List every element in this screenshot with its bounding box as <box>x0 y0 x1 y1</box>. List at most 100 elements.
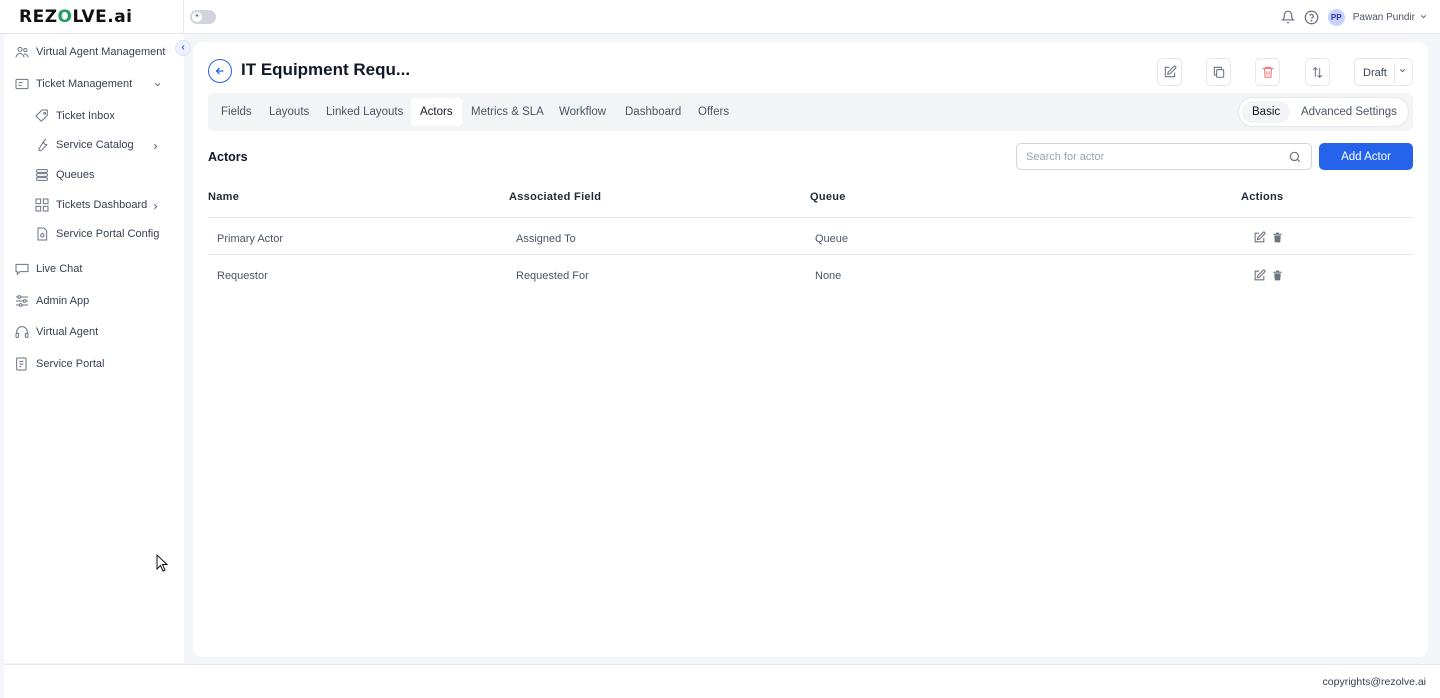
add-actor-button[interactable]: Add Actor <box>1319 143 1413 170</box>
edit-icon <box>1164 65 1176 78</box>
user-name[interactable]: Pawan Pundir <box>1353 12 1415 23</box>
divider <box>183 0 184 34</box>
top-bar: REZOLVE.ai ☀ PP Pawan Pundir <box>0 0 1440 34</box>
cell-queue: Queue <box>815 233 849 245</box>
cell-name: Requestor <box>217 270 268 282</box>
headset-icon <box>14 324 30 340</box>
chevron-down-icon[interactable] <box>1419 12 1428 23</box>
search-box <box>1016 143 1312 170</box>
mode-basic[interactable]: Basic <box>1242 101 1291 123</box>
trash-icon[interactable] <box>1271 231 1284 244</box>
app-logo[interactable]: REZOLVE.ai <box>19 7 133 27</box>
arrow-left-icon <box>215 67 224 75</box>
column-header-associated-field: Associated Field <box>509 191 602 203</box>
tag-icon <box>34 108 50 124</box>
logo-text: REZ <box>19 7 58 27</box>
delete-button[interactable] <box>1255 58 1280 86</box>
sidebar-item-label: Admin App <box>36 295 90 307</box>
search-icon[interactable] <box>1288 150 1302 164</box>
sliders-icon <box>14 293 30 309</box>
sidebar-item-service-catalog[interactable]: Service Catalog <box>34 137 134 153</box>
sidebar-item-label: Service Portal Config <box>56 228 160 240</box>
tab-workflow[interactable]: Workflow <box>550 98 615 126</box>
sidebar-item-label: Tickets Dashboard <box>56 199 148 211</box>
collapse-sidebar-button[interactable]: ‹ <box>175 40 191 56</box>
sidebar-item-service-portal[interactable]: Service Portal <box>14 356 104 372</box>
tab-dashboard[interactable]: Dashboard <box>616 98 690 126</box>
edit-button[interactable] <box>1157 58 1182 86</box>
tabs-bar: Fields Layouts Linked Layouts Actors Met… <box>208 93 1413 131</box>
back-button[interactable] <box>208 59 232 83</box>
status-value: Draft <box>1363 67 1387 79</box>
mouse-cursor-icon <box>156 554 168 572</box>
user-area: PP Pawan Pundir <box>1280 7 1428 27</box>
tab-fields[interactable]: Fields <box>212 98 261 126</box>
sun-icon: ☀ <box>192 12 202 22</box>
sidebar-item-label: Live Chat <box>36 263 83 275</box>
mode-advanced-settings[interactable]: Advanced Settings <box>1291 101 1407 123</box>
sidebar-item-label: Ticket Management <box>36 78 133 90</box>
sidebar-item-admin-app[interactable]: Admin App <box>14 293 89 309</box>
cell-name: Primary Actor <box>217 233 284 245</box>
chat-icon <box>14 261 30 277</box>
section-title: Actors <box>208 150 248 164</box>
trash-icon[interactable] <box>1271 269 1284 282</box>
help-icon[interactable] <box>1304 9 1320 25</box>
swap-icon <box>1312 66 1323 78</box>
sidebar-item-label: Virtual Agent Management <box>36 46 166 58</box>
column-header-queue: Queue <box>810 191 846 203</box>
portal-icon <box>14 356 30 372</box>
tab-metrics-sla[interactable]: Metrics & SLA <box>462 98 553 126</box>
row-divider <box>208 217 1413 218</box>
sidebar-item-label: Queues <box>56 169 95 181</box>
sort-button[interactable] <box>1305 58 1330 86</box>
page-title: IT Equipment Requ... <box>241 60 411 79</box>
edit-icon[interactable] <box>1253 269 1266 282</box>
chevron-down-icon[interactable] <box>1398 66 1407 77</box>
avatar[interactable]: PP <box>1327 8 1345 26</box>
sidebar-item-queues[interactable]: Queues <box>34 167 95 183</box>
cell-associated-field: Assigned To <box>516 233 576 245</box>
duplicate-button[interactable] <box>1206 58 1231 86</box>
cell-queue: None <box>815 270 842 282</box>
file-gear-icon <box>34 226 50 242</box>
sidebar-item-service-portal-config[interactable]: Service Portal Config <box>34 226 159 242</box>
sidebar-item-virtual-agent-management[interactable]: Virtual Agent Management <box>14 44 165 60</box>
chevron-down-icon[interactable] <box>153 80 162 91</box>
tab-layouts[interactable]: Layouts <box>260 98 318 126</box>
sidebar-item-live-chat[interactable]: Live Chat <box>14 261 82 277</box>
trash-icon <box>1262 66 1273 78</box>
sidebar-item-tickets-dashboard[interactable]: Tickets Dashboard <box>34 197 147 213</box>
sidebar-item-label: Virtual Agent <box>36 326 99 338</box>
column-header-actions: Actions <box>1241 191 1284 203</box>
tab-actors[interactable]: Actors <box>411 98 462 126</box>
row-divider <box>208 254 1413 255</box>
sidebar-item-ticket-management[interactable]: Ticket Management <box>14 76 132 92</box>
queue-icon <box>34 167 50 183</box>
copyright-text: copyrights@rezolve.ai <box>1322 676 1426 688</box>
search-input[interactable] <box>1026 149 1276 165</box>
sidebar-item-label: Service Catalog <box>56 139 134 151</box>
column-header-name: Name <box>208 191 240 203</box>
theme-toggle[interactable]: ☀ <box>190 10 216 24</box>
status-select[interactable]: Draft <box>1354 58 1413 86</box>
sidebar-item-label: Ticket Inbox <box>56 110 115 122</box>
ticket-icon <box>14 76 30 92</box>
sidebar-item-ticket-inbox[interactable]: Ticket Inbox <box>34 108 115 124</box>
sidebar-item-virtual-agent[interactable]: Virtual Agent <box>14 324 98 340</box>
chevron-right-icon[interactable] <box>151 202 160 213</box>
grid-icon <box>34 197 50 213</box>
agents-icon <box>14 44 30 60</box>
sidebar-item-label: Service Portal <box>36 358 105 370</box>
mode-toggle: Basic Advanced Settings <box>1238 97 1409 127</box>
edit-icon[interactable] <box>1253 231 1266 244</box>
tab-linked-layouts[interactable]: Linked Layouts <box>317 98 412 126</box>
wrench-icon <box>34 137 50 153</box>
logo-o: O <box>57 7 73 27</box>
chevron-right-icon[interactable] <box>151 142 160 153</box>
tab-offers[interactable]: Offers <box>689 98 738 126</box>
cell-associated-field: Requested For <box>516 270 589 282</box>
footer: copyrights@rezolve.ai <box>4 664 1440 698</box>
bell-icon[interactable] <box>1280 9 1296 25</box>
logo-text-suffix: LVE.ai <box>72 7 133 27</box>
